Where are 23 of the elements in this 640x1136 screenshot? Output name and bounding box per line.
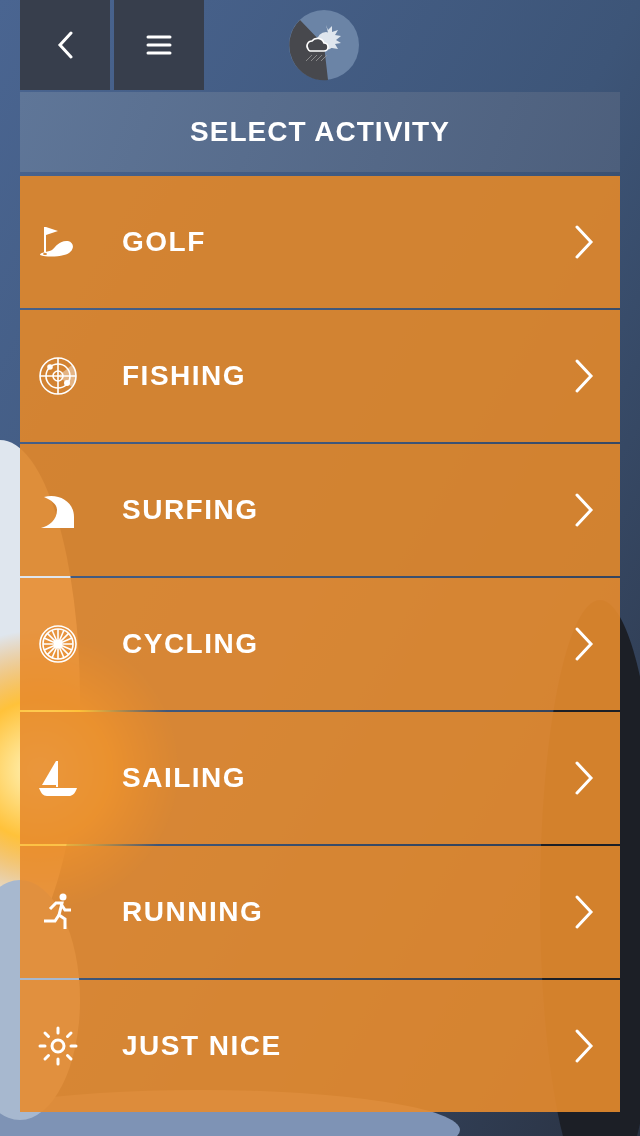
chevron-right-icon <box>574 894 594 930</box>
menu-button[interactable] <box>114 0 204 90</box>
back-icon <box>57 31 73 59</box>
weather-icon <box>288 9 360 81</box>
sun-icon <box>38 1026 78 1066</box>
sailboat-icon <box>38 758 78 798</box>
chevron-right-icon <box>574 760 594 796</box>
radar-icon <box>38 356 78 396</box>
screen-title: SELECT ACTIVITY <box>20 92 620 172</box>
activity-item[interactable]: FISHING <box>20 310 620 442</box>
activity-item[interactable]: RUNNING <box>20 846 620 978</box>
wheel-icon <box>38 624 78 664</box>
chevron-right-icon <box>574 358 594 394</box>
chevron-right-icon <box>574 492 594 528</box>
chevron-right-icon <box>574 1028 594 1064</box>
chevron-right-icon <box>574 626 594 662</box>
activity-item[interactable]: GOLF <box>20 176 620 308</box>
activity-item[interactable]: SURFING <box>20 444 620 576</box>
activity-item[interactable]: SAILING <box>20 712 620 844</box>
menu-icon <box>146 34 172 56</box>
activity-item[interactable]: CYCLING <box>20 578 620 710</box>
chevron-right-icon <box>574 224 594 260</box>
activity-item[interactable]: JUST NICE <box>20 980 620 1112</box>
